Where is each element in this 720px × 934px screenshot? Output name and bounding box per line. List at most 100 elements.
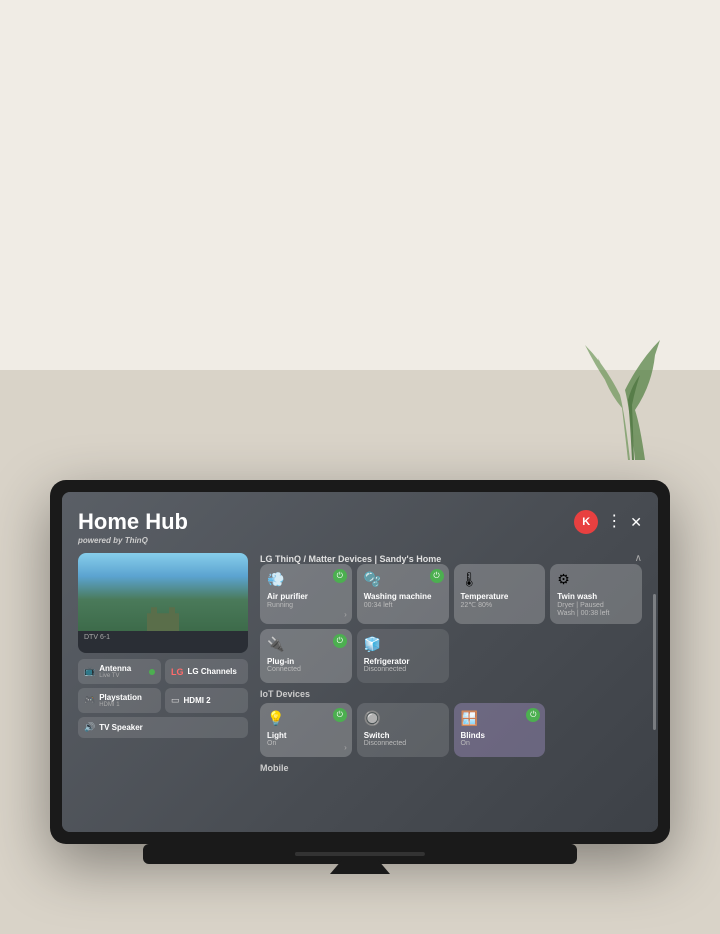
plug-in-power-btn[interactable]: ⏻: [333, 634, 347, 648]
light-power-btn[interactable]: ⏻: [333, 708, 347, 722]
temperature-status: 22℃ 80%: [461, 602, 539, 610]
speaker-text: TV Speaker: [99, 723, 143, 732]
tv-preview-image: [78, 553, 248, 631]
device-card-plug-in[interactable]: ⏻ 🔌 Plug-in Connected: [260, 629, 352, 683]
home-hub-panel: Home Hub powered by ThinQ K ⋮ ✕: [62, 492, 658, 832]
hdmi2-name: HDMI 2: [184, 696, 211, 705]
lg-channels-icon: LG: [171, 667, 184, 677]
subtitle-brand: ThinQ: [125, 536, 148, 545]
playstation-name: Playstation: [99, 693, 142, 702]
subtitle-powered: powered by: [78, 536, 122, 545]
playstation-text: Playstation HDMI 1: [99, 693, 142, 708]
hdmi2-text: HDMI 2: [184, 696, 211, 705]
washing-machine-icon: 🫧: [364, 571, 381, 587]
air-purifier-power-btn[interactable]: ⏻: [333, 569, 347, 583]
thinq-section: LG ThinQ / Matter Devices | Sandy's Home…: [260, 553, 642, 682]
playstation-sub: HDMI 1: [99, 702, 142, 708]
device-card-temperature[interactable]: 🌡 Temperature 22℃ 80%: [454, 564, 546, 623]
device-card-refrigerator[interactable]: 🧊 Refrigerator Disconnected: [357, 629, 449, 683]
plug-in-status: Connected: [267, 666, 345, 674]
air-purifier-name: Air purifier: [267, 592, 345, 602]
twin-wash-icon: ⚙: [557, 571, 570, 587]
light-icon: 💡: [267, 710, 284, 726]
input-sources: 📺 Antenna Live TV LG: [78, 659, 248, 738]
tv-screen: Home Hub powered by ThinQ K ⋮ ✕: [62, 492, 658, 832]
thinq-chevron-icon[interactable]: ∧: [635, 553, 642, 564]
refrigerator-icon: 🧊: [364, 636, 381, 652]
more-options-button[interactable]: ⋮: [606, 514, 622, 530]
air-purifier-status: Running: [267, 602, 345, 610]
temperature-name: Temperature: [461, 592, 539, 602]
refrigerator-name: Refrigerator: [364, 657, 442, 667]
app-title: Home Hub: [78, 510, 188, 534]
antenna-status-dot: [149, 669, 155, 675]
speaker-name: TV Speaker: [99, 723, 143, 732]
device-card-switch[interactable]: 🔘 Switch Disconnected: [357, 703, 449, 757]
blinds-name: Blinds: [461, 731, 539, 741]
source-lg-channels[interactable]: LG LG Channels: [165, 659, 248, 684]
blinds-status: On: [461, 740, 539, 748]
air-purifier-arrow: ›: [344, 610, 347, 619]
device-card-blinds[interactable]: ⏻ 🪟 Blinds On: [454, 703, 546, 757]
tv-channel-label: DTV 6-1: [78, 631, 248, 644]
left-panel: DTV 6-1 📺 Antenna Live TV: [78, 553, 248, 822]
source-playstation[interactable]: 🎮 Playstation HDMI 1: [78, 688, 161, 713]
twin-wash-icon-area: ⚙: [557, 571, 635, 589]
tv-frame: Home Hub powered by ThinQ K ⋮ ✕: [50, 480, 670, 844]
antenna-sub: Live TV: [99, 673, 131, 679]
lg-channels-text: LG Channels: [188, 667, 237, 676]
switch-name: Switch: [364, 731, 442, 741]
switch-icon: 🔘: [364, 710, 381, 726]
source-row-2: 🎮 Playstation HDMI 1 ▭ HDMI 2: [78, 688, 248, 713]
main-content: DTV 6-1 📺 Antenna Live TV: [78, 553, 642, 822]
thinq-section-title: LG ThinQ / Matter Devices | Sandy's Home: [260, 554, 441, 564]
device-card-twin-wash[interactable]: ⚙ Twin wash Dryer | PausedWash | 00:38 l…: [550, 564, 642, 623]
lg-channels-name: LG Channels: [188, 667, 237, 676]
plug-in-name: Plug-in: [267, 657, 345, 667]
source-antenna[interactable]: 📺 Antenna Live TV: [78, 659, 161, 684]
temperature-icon-area: 🌡: [461, 571, 539, 589]
hdmi2-icon: ▭: [171, 695, 180, 706]
light-status: On: [267, 740, 345, 748]
washing-machine-name: Washing machine: [364, 592, 442, 602]
iot-devices-grid: ⏻ 💡 Light On ›: [260, 703, 642, 757]
light-arrow: ›: [344, 743, 347, 752]
antenna-name: Antenna: [99, 664, 131, 673]
light-name: Light: [267, 731, 345, 741]
mobile-section: Mobile: [260, 763, 642, 777]
refrigerator-status: Disconnected: [364, 666, 442, 674]
blinds-power-btn[interactable]: ⏻: [526, 708, 540, 722]
right-panel: LG ThinQ / Matter Devices | Sandy's Home…: [260, 553, 642, 822]
device-card-air-purifier[interactable]: ⏻ 💨 Air purifier Running ›: [260, 564, 352, 623]
blinds-icon: 🪟: [461, 710, 478, 726]
thinq-devices-grid: ⏻ 💨 Air purifier Running ›: [260, 564, 642, 682]
tv-preview[interactable]: DTV 6-1: [78, 553, 248, 653]
wall-top: [0, 0, 720, 370]
title-block: Home Hub powered by ThinQ: [78, 510, 188, 545]
air-purifier-icon: 💨: [267, 571, 284, 587]
plant-decoration: [580, 330, 670, 460]
device-card-washing-machine[interactable]: ⏻ 🫧 Washing machine 00:34 left: [357, 564, 449, 623]
device-card-light[interactable]: ⏻ 💡 Light On ›: [260, 703, 352, 757]
twin-wash-name: Twin wash: [557, 592, 635, 602]
user-avatar[interactable]: K: [574, 510, 598, 534]
source-hdmi2[interactable]: ▭ HDMI 2: [165, 688, 248, 713]
app-subtitle: powered by ThinQ: [78, 536, 188, 545]
temperature-icon: 🌡: [461, 571, 479, 587]
playstation-icon: 🎮: [84, 695, 95, 706]
plug-in-icon: 🔌: [267, 636, 284, 652]
mobile-section-title: Mobile: [260, 763, 642, 773]
iot-section-title: IoT Devices: [260, 689, 642, 699]
speaker-icon: 🔊: [84, 722, 95, 733]
twin-wash-status: Dryer | PausedWash | 00:38 left: [557, 602, 635, 619]
washing-machine-power-btn[interactable]: ⏻: [430, 569, 444, 583]
source-tv-speaker[interactable]: 🔊 TV Speaker: [78, 717, 248, 738]
antenna-icon: 📺: [84, 666, 95, 677]
close-button[interactable]: ✕: [630, 515, 642, 529]
thinq-section-header: LG ThinQ / Matter Devices | Sandy's Home…: [260, 553, 642, 564]
refrigerator-icon-area: 🧊: [364, 636, 442, 654]
iot-section: IoT Devices ⏻ 💡 Light On: [260, 689, 642, 757]
antenna-text: Antenna Live TV: [99, 664, 131, 679]
header-actions: K ⋮ ✕: [574, 510, 642, 534]
washing-machine-status: 00:34 left: [364, 602, 442, 610]
